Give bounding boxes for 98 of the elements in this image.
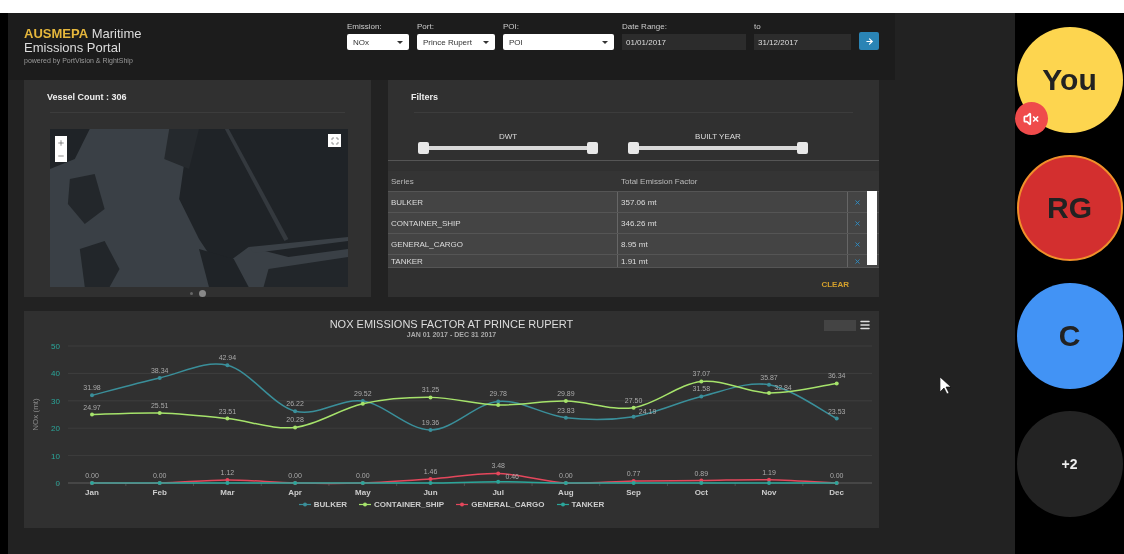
y-axis-label: 50 bbox=[51, 342, 60, 351]
data-point bbox=[834, 416, 839, 421]
column-header: Total Emission Factor bbox=[620, 175, 699, 188]
legend-item[interactable]: CONTAINER_SHIP bbox=[359, 500, 445, 509]
x-axis-label: Aug bbox=[558, 488, 574, 497]
select-field[interactable]: Prince Rupert bbox=[417, 34, 495, 50]
x-axis-label: Oct bbox=[694, 488, 708, 497]
menu-icon[interactable] bbox=[859, 319, 871, 331]
table-cell: 8.95 mt bbox=[618, 234, 848, 254]
table-cell: BULKER bbox=[388, 192, 618, 212]
data-point bbox=[496, 479, 501, 484]
app-title: AUSMEPA Maritime Emissions Portal bbox=[24, 27, 143, 55]
y-axis-title: NOx (mt) bbox=[31, 398, 40, 431]
data-point bbox=[563, 399, 568, 404]
data-point bbox=[834, 381, 839, 386]
table-cell: CONTAINER_SHIP bbox=[388, 213, 618, 233]
data-point bbox=[293, 409, 298, 414]
data-point bbox=[631, 414, 636, 419]
cursor-icon bbox=[940, 377, 952, 395]
range-slider[interactable] bbox=[418, 142, 598, 154]
legend-item[interactable]: TANKER bbox=[556, 500, 605, 509]
data-point bbox=[631, 405, 636, 410]
slider-handle[interactable] bbox=[418, 142, 429, 154]
data-point bbox=[90, 393, 94, 398]
chart-title: NOX EMISSIONS FACTOR AT PRINCE RUPERT bbox=[329, 318, 574, 330]
close-icon bbox=[853, 219, 861, 227]
x-axis-label: Nov bbox=[761, 488, 777, 497]
data-point bbox=[767, 382, 771, 387]
data-point bbox=[428, 427, 433, 432]
field-label: Port: bbox=[417, 22, 435, 31]
slider-handle[interactable] bbox=[797, 142, 808, 154]
data-point bbox=[157, 411, 162, 416]
participant-avatar[interactable]: You bbox=[1016, 27, 1123, 133]
close-icon bbox=[853, 240, 861, 248]
more-participants[interactable]: +2 bbox=[1016, 411, 1123, 517]
x-axis-label: Jun bbox=[423, 488, 438, 497]
slider-handle[interactable] bbox=[628, 142, 639, 154]
x-axis-label: Sep bbox=[626, 488, 641, 497]
data-point bbox=[428, 395, 433, 400]
y-axis-label: 40 bbox=[51, 369, 60, 379]
x-axis-label: Jan bbox=[85, 488, 99, 497]
x-axis-label: Jul bbox=[492, 488, 504, 497]
y-axis-label: 30 bbox=[51, 396, 60, 406]
slider-label: DWT bbox=[498, 132, 518, 141]
field-label: Date Range: bbox=[622, 22, 668, 31]
close-icon bbox=[853, 257, 861, 265]
data-point bbox=[293, 425, 298, 430]
panel-title: Vessel Count : 306 bbox=[46, 91, 128, 104]
caret-icon bbox=[483, 40, 489, 44]
field-label: to bbox=[754, 22, 762, 31]
caret-icon bbox=[602, 40, 608, 44]
x-axis-label: Apr bbox=[288, 488, 302, 497]
data-point bbox=[225, 416, 230, 421]
field-label: POI: bbox=[503, 22, 520, 31]
field-label: Emission: bbox=[347, 22, 383, 31]
data-point bbox=[699, 379, 704, 384]
data-point bbox=[225, 363, 230, 368]
pager-dot[interactable] bbox=[198, 290, 206, 297]
slider-handle[interactable] bbox=[587, 142, 598, 154]
x-axis-label: Feb bbox=[152, 488, 167, 497]
select-field[interactable]: NOx bbox=[347, 34, 409, 50]
legend-item[interactable]: GENERAL_CARGO bbox=[456, 500, 545, 509]
slider-label: BUILT YEAR bbox=[695, 132, 741, 141]
caret-icon bbox=[397, 40, 403, 44]
data-point bbox=[157, 375, 162, 380]
pager-dot[interactable] bbox=[189, 292, 193, 295]
data-point bbox=[90, 412, 94, 417]
data-point bbox=[699, 394, 704, 399]
x-axis-label: Dec bbox=[829, 488, 845, 497]
select-field[interactable]: POI bbox=[503, 34, 614, 50]
clear-link[interactable]: CLEAR bbox=[821, 280, 849, 289]
date-field[interactable]: 31/12/2017 bbox=[754, 34, 851, 50]
fullscreen-icon bbox=[330, 136, 339, 145]
apply-button[interactable] bbox=[859, 32, 879, 50]
x-axis-label: May bbox=[355, 488, 371, 497]
y-axis-label: 20 bbox=[51, 424, 60, 434]
arrow-icon bbox=[864, 36, 874, 46]
data-point bbox=[496, 471, 501, 476]
panel-title: Filters bbox=[410, 91, 439, 104]
table-cell: TANKER bbox=[388, 255, 618, 267]
data-point bbox=[563, 415, 568, 420]
table-cell: 1.91 mt bbox=[618, 255, 848, 267]
legend-item[interactable]: BULKER bbox=[298, 500, 348, 509]
table-cell: 357.06 mt bbox=[618, 192, 848, 212]
table-cell: 346.26 mt bbox=[618, 213, 848, 233]
fullscreen-button[interactable] bbox=[328, 134, 341, 147]
table-cell: GENERAL_CARGO bbox=[388, 234, 618, 254]
participant-avatar[interactable]: C bbox=[1016, 283, 1123, 389]
y-axis-label: 10 bbox=[51, 451, 60, 461]
scrollbar[interactable] bbox=[867, 191, 877, 265]
y-axis-label: 0 bbox=[55, 479, 60, 488]
close-icon bbox=[853, 198, 861, 206]
range-slider[interactable] bbox=[628, 142, 808, 154]
x-axis-label: Mar bbox=[220, 488, 235, 497]
date-field[interactable]: 01/01/2017 bbox=[622, 34, 746, 50]
plus-icon bbox=[57, 138, 65, 147]
column-header: Series bbox=[390, 175, 415, 188]
data-point bbox=[767, 391, 771, 395]
